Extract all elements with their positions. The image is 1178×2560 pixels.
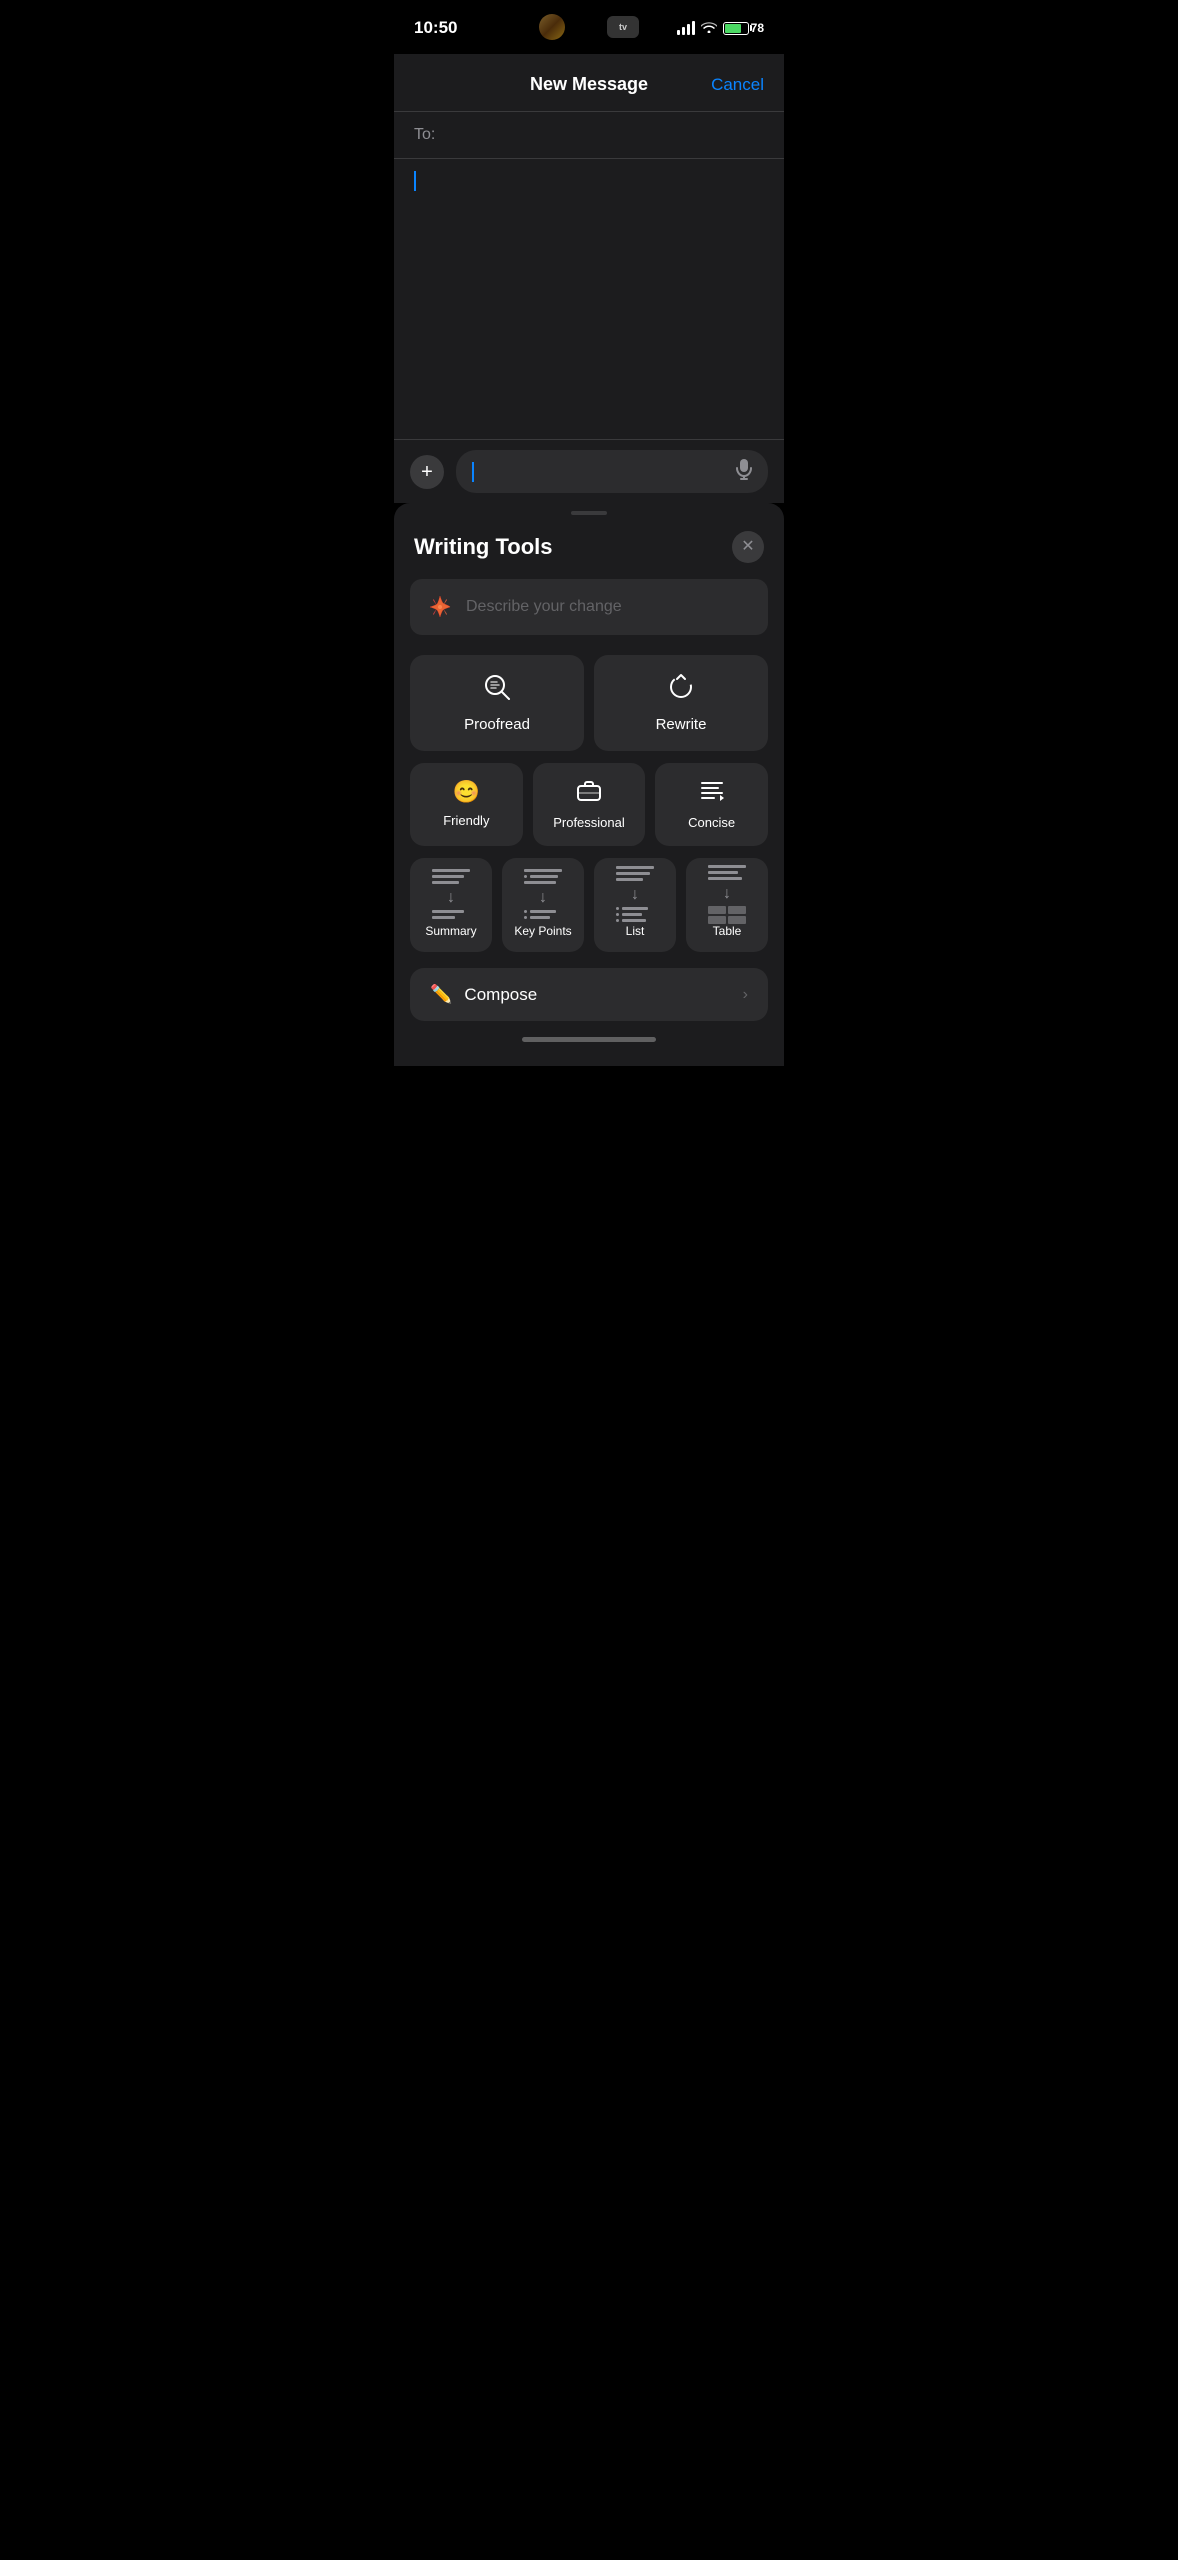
concise-icon [700, 779, 724, 807]
describe-change-input[interactable]: Describe your change [410, 579, 768, 635]
rewrite-label: Rewrite [656, 716, 707, 733]
add-attachment-button[interactable]: + [410, 455, 444, 489]
main-tools-grid: Proofread Rewrite [394, 655, 784, 763]
describe-placeholder-text: Describe your change [466, 598, 622, 616]
rewrite-button[interactable]: Rewrite [594, 655, 768, 751]
message-input-field[interactable] [456, 450, 768, 493]
writing-tools-panel: Writing Tools ✕ Describe your change [394, 503, 784, 1066]
status-right: 78 [677, 20, 764, 36]
home-indicator [394, 1029, 784, 1046]
dynamic-island: tv [529, 10, 649, 44]
proofread-icon [483, 673, 511, 708]
close-writing-tools-button[interactable]: ✕ [732, 531, 764, 563]
list-label: List [626, 924, 645, 938]
panel-header: Writing Tools ✕ [394, 531, 784, 579]
list-button[interactable]: ↓ List [594, 858, 676, 952]
key-points-label: Key Points [514, 924, 571, 938]
friendly-button[interactable]: 😊 Friendly [410, 763, 523, 846]
input-cursor [472, 462, 474, 482]
compose-button-left: ✏️ Compose [430, 984, 537, 1005]
text-cursor [414, 171, 416, 191]
pencil-icon: ✏️ [430, 984, 452, 1005]
signal-bars-icon [677, 21, 695, 35]
appletv-icon: tv [607, 16, 639, 38]
chevron-right-icon: › [743, 986, 748, 1004]
concise-label: Concise [688, 815, 735, 830]
summary-label: Summary [425, 924, 476, 938]
compose-title: New Message [530, 74, 648, 95]
professional-button[interactable]: Professional [533, 763, 646, 846]
microphone-icon[interactable] [736, 458, 752, 485]
to-label: To: [414, 126, 435, 144]
format-tools-grid: ↓ Summary ↓ [394, 858, 784, 964]
input-toolbar: + [394, 439, 784, 503]
cancel-button[interactable]: Cancel [711, 75, 764, 95]
battery-percent: 78 [751, 21, 764, 35]
friendly-label: Friendly [443, 813, 489, 828]
summary-icon: ↓ [429, 872, 473, 916]
concise-button[interactable]: Concise [655, 763, 768, 846]
briefcase-icon [577, 779, 601, 807]
friendly-icon: 😊 [453, 779, 480, 805]
message-body[interactable] [394, 159, 784, 439]
table-button[interactable]: ↓ Table [686, 858, 768, 952]
table-label: Table [713, 924, 742, 938]
professional-label: Professional [553, 815, 625, 830]
to-field[interactable]: To: [394, 112, 784, 159]
wifi-icon [701, 20, 717, 36]
battery-indicator: 78 [723, 21, 764, 35]
tone-tools-grid: 😊 Friendly Professional [394, 763, 784, 858]
summary-button[interactable]: ↓ Summary [410, 858, 492, 952]
list-icon: ↓ [613, 872, 657, 916]
battery-fill [725, 24, 742, 33]
proofread-label: Proofread [464, 716, 530, 733]
compose-header: New Message Cancel [394, 54, 784, 112]
compose-label: Compose [464, 985, 537, 1005]
home-bar [522, 1037, 656, 1042]
rewrite-icon [667, 673, 695, 708]
panel-handle [571, 511, 607, 515]
key-points-button[interactable]: ↓ Key Points [502, 858, 584, 952]
close-icon: ✕ [741, 539, 754, 555]
compose-button[interactable]: ✏️ Compose › [410, 968, 768, 1021]
battery-body [723, 22, 749, 35]
plus-icon: + [421, 462, 433, 482]
proofread-button[interactable]: Proofread [410, 655, 584, 751]
status-time: 10:50 [414, 18, 457, 38]
key-points-icon: ↓ [521, 872, 565, 916]
table-icon: ↓ [705, 872, 749, 916]
ai-icon [426, 593, 454, 621]
writing-tools-title: Writing Tools [414, 534, 553, 560]
dynamic-island-photo [539, 14, 565, 40]
